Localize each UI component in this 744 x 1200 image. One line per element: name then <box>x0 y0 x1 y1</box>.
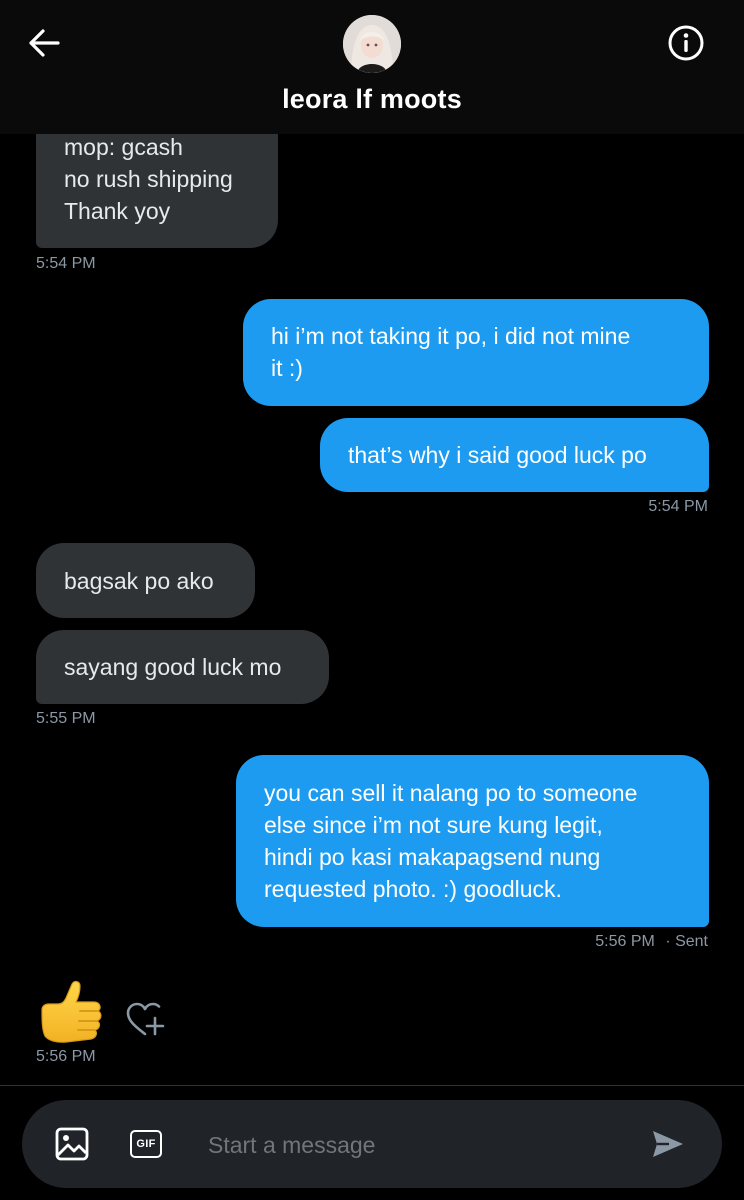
message-line: hindi po kasi makapagsend nung <box>264 844 601 870</box>
gif-icon: GIF <box>130 1130 162 1158</box>
info-button[interactable] <box>666 23 706 63</box>
message-timestamp: 5:56 PM <box>36 1048 96 1065</box>
send-icon <box>653 1131 683 1157</box>
message-line: you can sell it nalang po to someone <box>264 780 638 806</box>
conversation-header: leora lf moots <box>0 0 744 134</box>
message-timestamp: 5:54 PM <box>648 498 708 515</box>
heart-plus-icon <box>126 1002 165 1036</box>
page-title: leora lf moots <box>282 84 462 114</box>
add-reaction-button[interactable] <box>124 1000 166 1040</box>
info-circle-icon <box>668 25 704 61</box>
message-status: · Sent <box>665 933 708 950</box>
message-line: sayang good luck mo <box>64 654 282 680</box>
avatar[interactable] <box>343 15 401 73</box>
message-line: else since i’m not sure kung legit, <box>264 812 603 838</box>
add-gif-button[interactable]: GIF <box>126 1124 166 1164</box>
message-bubble-outgoing[interactable]: you can sell it nalang po to someone els… <box>236 755 709 927</box>
message-bubble-outgoing[interactable]: hi i’m not taking it po, i did not mine … <box>243 299 709 406</box>
message-line: requested photo. :) goodluck. <box>264 876 562 902</box>
message-timestamp: 5:56 PM <box>595 933 655 950</box>
message-input[interactable] <box>206 1126 630 1164</box>
message-bubble-incoming[interactable]: bagsak po ako <box>36 543 255 618</box>
message-line: hi i’m not taking it po, i did not mine <box>271 323 631 349</box>
message-line: mop: gcash <box>64 134 183 160</box>
message-line: it :) <box>271 355 303 381</box>
message-timestamp: 5:54 PM <box>36 255 96 272</box>
composer-divider <box>0 1085 744 1086</box>
message-timestamp: 5:55 PM <box>36 710 96 727</box>
message-line: no rush shipping <box>64 166 233 192</box>
image-icon <box>55 1127 89 1161</box>
message-timestamp-status: 5:56 PM · Sent <box>595 933 708 951</box>
thumbs-up-emoji[interactable] <box>36 980 106 1046</box>
message-line: Thank yoy <box>64 198 171 224</box>
gif-label: GIF <box>136 1138 156 1150</box>
add-media-button[interactable] <box>52 1124 92 1164</box>
back-button[interactable] <box>24 26 64 60</box>
message-composer: GIF <box>22 1100 722 1188</box>
message-bubble-outgoing[interactable]: that’s why i said good luck po <box>320 418 709 492</box>
arrow-left-icon <box>29 29 60 57</box>
send-button[interactable] <box>648 1124 688 1164</box>
message-bubble-incoming[interactable]: sayang good luck mo <box>36 630 329 704</box>
message-line: bagsak po ako <box>64 568 214 594</box>
message-line: that’s why i said good luck po <box>348 442 647 468</box>
